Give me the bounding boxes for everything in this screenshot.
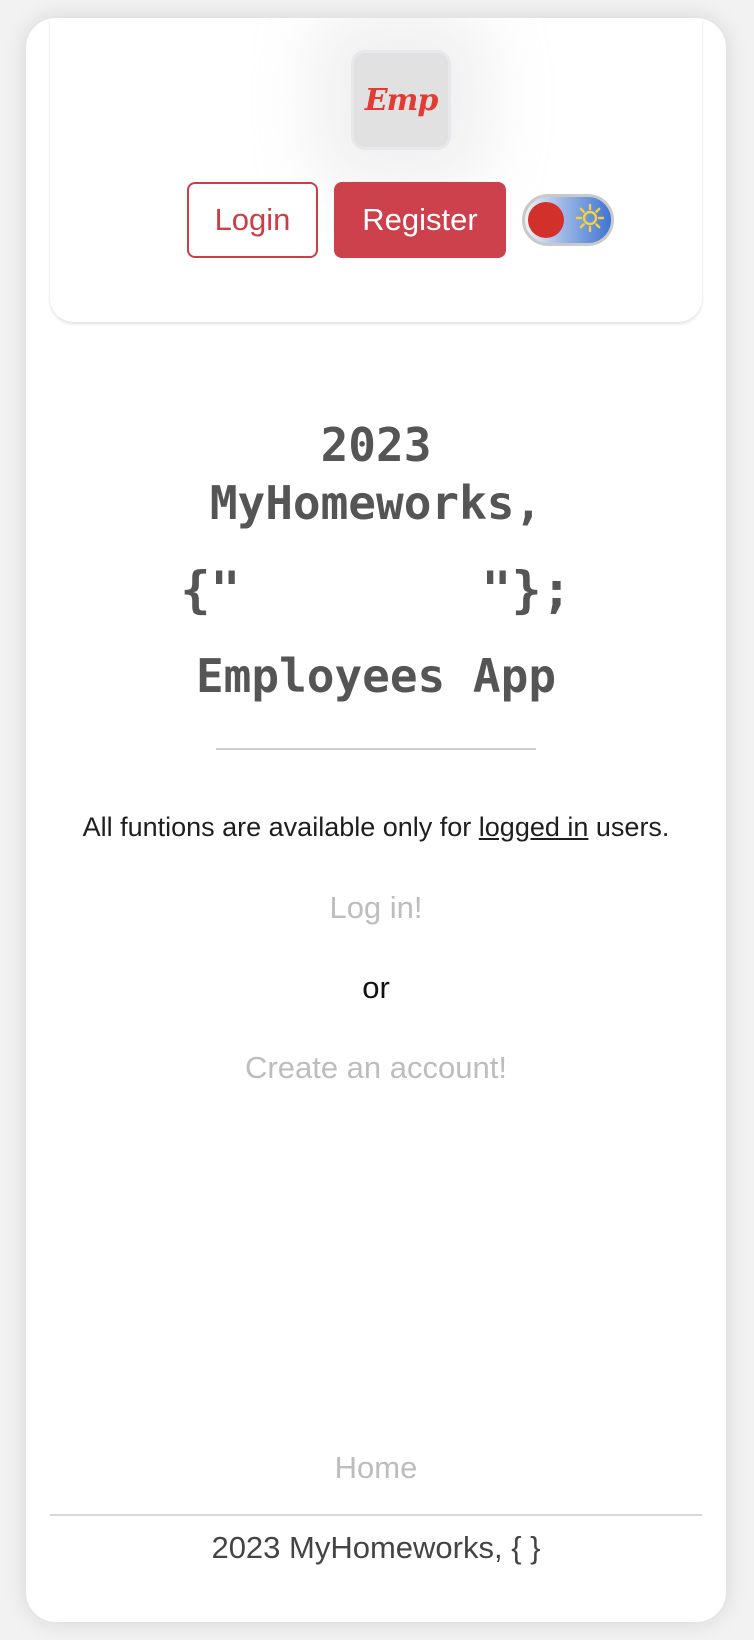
or-separator: or [362,970,390,1005]
app-logo[interactable]: Emp [351,50,451,150]
hero-title-app: Employees App [195,649,557,703]
sun-icon [575,203,605,233]
logged-in-link[interactable]: logged in [479,812,589,842]
header: Emp Login Register [50,18,702,322]
logo-text: Emp [364,82,439,118]
footer-divider [50,1514,702,1516]
hero-title-name: MyHomeworks, [209,476,543,530]
notice-prefix: All funtions are available only for [82,812,479,842]
login-link[interactable]: Log in! [26,890,726,926]
toggle-knob [528,202,564,238]
register-button[interactable]: Register [334,182,506,258]
login-notice: All funtions are available only for logg… [26,812,726,843]
footer-copyright: 2023 MyHomeworks, { } [211,1530,541,1565]
app-card: Emp Login Register 2023 MyHomeworks, {" … [26,18,726,1622]
hero-title-braces: {" "}; [180,561,572,619]
footer-home-link[interactable]: Home [26,1450,726,1486]
create-account-link[interactable]: Create an account! [26,1050,726,1086]
hero-title-year: 2023 [320,418,432,472]
divider [216,748,536,750]
theme-toggle[interactable] [522,194,614,246]
login-button[interactable]: Login [187,182,318,258]
notice-suffix: users. [588,812,670,842]
